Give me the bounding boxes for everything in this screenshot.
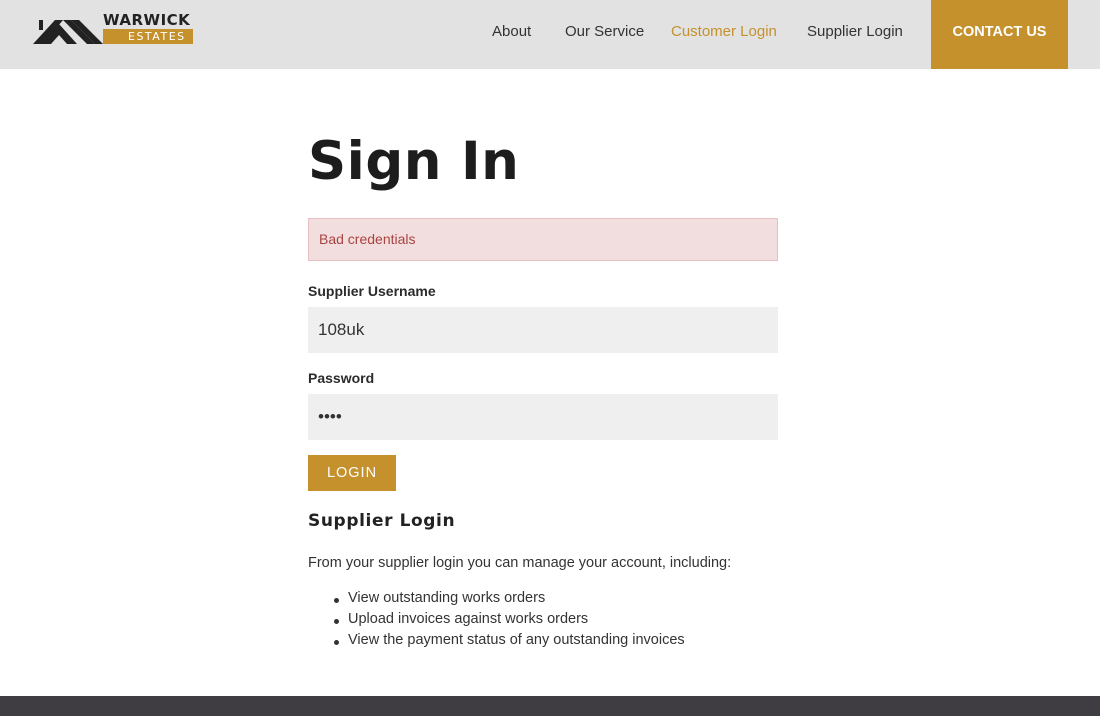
info-title: Supplier Login [308,511,456,531]
roof-logo-icon [33,20,103,44]
username-input[interactable] [308,307,778,353]
logo-name-top: WARWICK [103,11,191,29]
site-footer [0,696,1100,716]
list-item: Upload invoices against works orders [330,611,685,632]
nav-supplier-login[interactable]: Supplier Login [807,0,903,69]
logo[interactable]: WARWICK ESTATES [33,11,195,46]
list-item: View outstanding works orders [330,590,685,611]
info-list: View outstanding works orders Upload inv… [330,590,685,653]
list-item: View the payment status of any outstandi… [330,632,685,653]
nav-customer-login[interactable]: Customer Login [671,0,777,69]
login-button[interactable]: LOGIN [308,455,396,491]
password-input[interactable] [308,394,778,440]
logo-name-bottom: ESTATES [128,30,186,43]
username-label: Supplier Username [308,283,436,299]
page-title: Sign In [308,131,520,192]
error-alert: Bad credentials [308,218,778,261]
nav-our-service[interactable]: Our Service [565,0,644,69]
password-label: Password [308,370,375,386]
nav-about[interactable]: About [492,0,531,69]
contact-us-button[interactable]: CONTACT US [931,0,1068,69]
info-intro: From your supplier login you can manage … [308,555,732,571]
site-header: WARWICK ESTATES About Our Service Custom… [0,0,1100,69]
